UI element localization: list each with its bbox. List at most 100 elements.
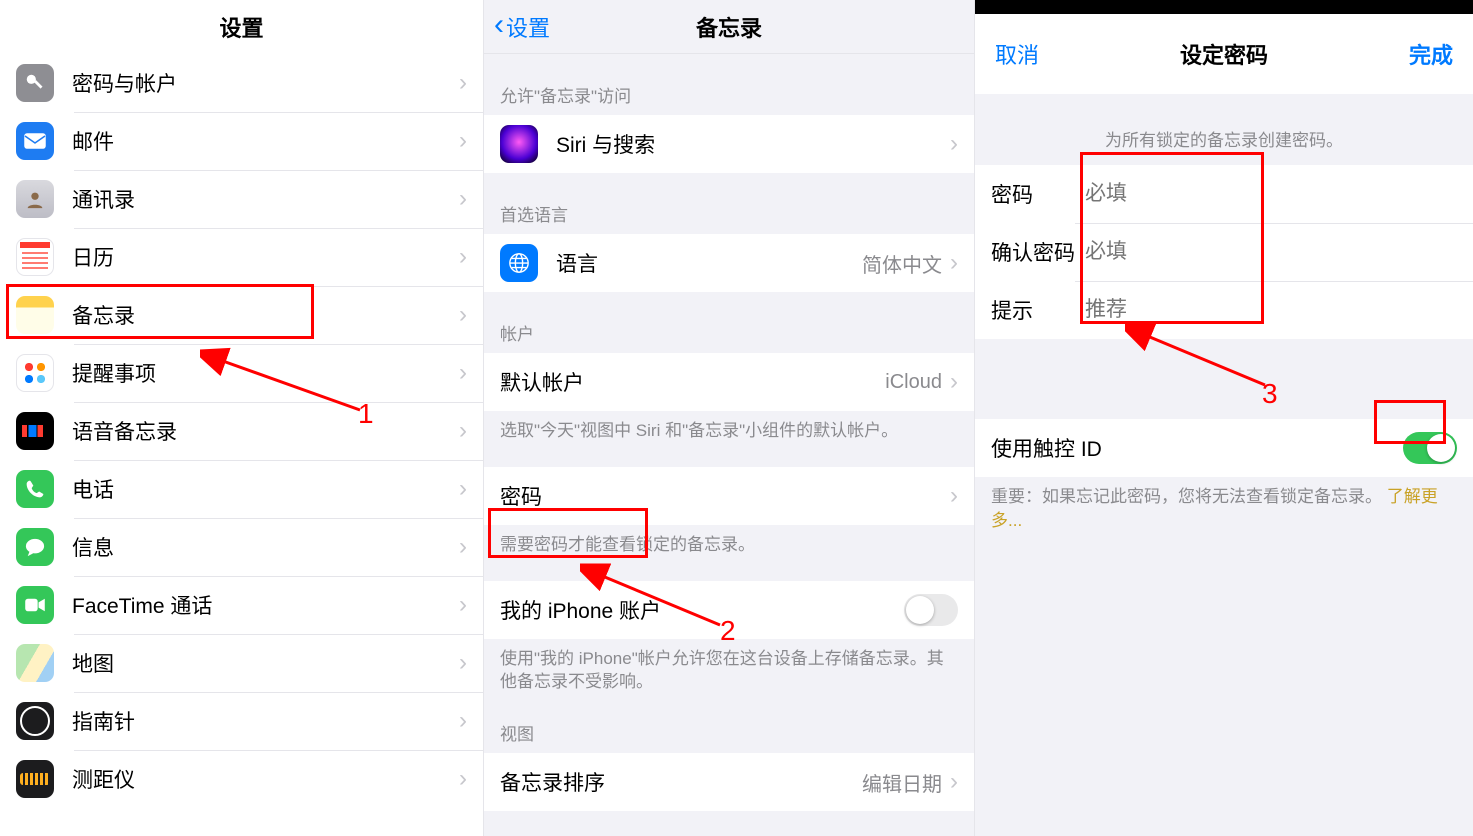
row-label: 密码 <box>500 481 950 511</box>
row-siri-search[interactable]: Siri 与搜索 › <box>484 115 974 173</box>
footer-text: 重要：如果忘记此密码，您将无法查看锁定备忘录。 <box>991 487 1382 506</box>
row-label: 信息 <box>72 532 459 562</box>
annotation-label-2: 2 <box>720 615 736 647</box>
notes-settings-panel: ‹ 设置 备忘录 允许"备忘录"访问 Siri 与搜索 › 首选语言 语言 简体… <box>484 0 975 836</box>
footer-default-account: 选取"今天"视图中 Siri 和"备忘录"小组件的默认帐户。 <box>484 411 974 451</box>
row-label: 地图 <box>72 648 459 678</box>
footer-password: 需要密码才能查看锁定的备忘录。 <box>484 525 974 565</box>
annotation-label-3: 3 <box>1262 378 1278 410</box>
row-label: 电话 <box>72 474 459 504</box>
row-phone[interactable]: 电话 › <box>0 460 483 518</box>
calendar-icon <box>16 238 54 276</box>
group-header-view: 视图 <box>484 702 974 753</box>
messages-icon <box>16 528 54 566</box>
row-messages[interactable]: 信息 › <box>0 518 483 576</box>
password-input[interactable] <box>1083 181 1457 207</box>
key-icon <box>16 64 54 102</box>
password-form: 密码 确认密码 提示 <box>975 165 1473 339</box>
mail-icon <box>16 122 54 160</box>
cancel-button[interactable]: 取消 <box>975 14 1059 94</box>
row-mail[interactable]: 邮件 › <box>0 112 483 170</box>
confirm-password-input[interactable] <box>1083 239 1457 265</box>
field-password[interactable]: 密码 <box>975 165 1473 223</box>
chevron-right-icon: › <box>950 482 958 510</box>
row-label: 邮件 <box>72 126 459 156</box>
row-label: Siri 与搜索 <box>556 129 950 159</box>
reminders-icon <box>16 354 54 392</box>
row-sort[interactable]: 备忘录排序 编辑日期 › <box>484 753 974 811</box>
row-measure[interactable]: 测距仪 › <box>0 750 483 808</box>
row-label: FaceTime 通话 <box>72 590 459 620</box>
row-label: 默认帐户 <box>500 367 885 397</box>
chevron-right-icon: › <box>950 368 958 396</box>
contacts-icon <box>16 180 54 218</box>
footer-important: 重要：如果忘记此密码，您将无法查看锁定备忘录。 了解更多... <box>975 477 1473 541</box>
settings-panel: 设置 密码与帐户 › 邮件 › 通讯录 › 日历 › 备忘录 › <box>0 0 484 836</box>
chevron-right-icon: › <box>459 475 467 503</box>
row-contacts[interactable]: 通讯录 › <box>0 170 483 228</box>
group-header-access: 允许"备忘录"访问 <box>484 54 974 115</box>
globe-icon <box>500 244 538 282</box>
chevron-right-icon: › <box>459 185 467 213</box>
chevron-right-icon: › <box>459 69 467 97</box>
row-language[interactable]: 语言 简体中文 › <box>484 234 974 292</box>
row-label: 密码与帐户 <box>72 68 459 98</box>
compass-icon <box>16 702 54 740</box>
row-value: 简体中文 <box>862 249 942 278</box>
row-value: 编辑日期 <box>862 768 942 797</box>
row-touch-id[interactable]: 使用触控 ID <box>975 419 1473 477</box>
hint-input[interactable] <box>1083 297 1457 323</box>
row-notes[interactable]: 备忘录 › <box>0 286 483 344</box>
chevron-right-icon: › <box>459 359 467 387</box>
chevron-left-icon: ‹ <box>494 10 504 40</box>
password-hint-text: 为所有锁定的备忘录创建密码。 <box>975 94 1473 165</box>
field-label: 密码 <box>991 179 1083 209</box>
chevron-right-icon: › <box>459 591 467 619</box>
measure-icon <box>16 760 54 798</box>
row-label: 测距仪 <box>72 764 459 794</box>
navbar-set-password: 取消 设定密码 完成 <box>975 14 1473 94</box>
row-label: 语音备忘录 <box>72 416 459 446</box>
back-button[interactable]: ‹ 设置 <box>488 0 556 53</box>
done-button[interactable]: 完成 <box>1389 14 1473 94</box>
field-label: 确认密码 <box>991 237 1083 267</box>
row-default-account[interactable]: 默认帐户 iCloud › <box>484 353 974 411</box>
chevron-right-icon: › <box>459 649 467 677</box>
navbar-title: 设置 <box>219 11 263 43</box>
navbar-title: 备忘录 <box>696 11 762 43</box>
back-label: 设置 <box>506 11 550 43</box>
maps-icon <box>16 644 54 682</box>
group-header-language: 首选语言 <box>484 173 974 234</box>
touch-id-toggle[interactable] <box>1403 432 1457 464</box>
row-passwords-accounts[interactable]: 密码与帐户 › <box>0 54 483 112</box>
row-label: 备忘录排序 <box>500 767 862 797</box>
field-label: 提示 <box>991 295 1083 325</box>
row-compass[interactable]: 指南针 › <box>0 692 483 750</box>
group-header-account: 帐户 <box>484 292 974 353</box>
row-label: 我的 iPhone 账户 <box>500 595 904 625</box>
iphone-account-toggle[interactable] <box>904 594 958 626</box>
voice-memos-icon <box>16 412 54 450</box>
row-label: 日历 <box>72 242 459 272</box>
annotation-label-1: 1 <box>358 398 374 430</box>
chevron-right-icon: › <box>459 127 467 155</box>
settings-list: 密码与帐户 › 邮件 › 通讯录 › 日历 › 备忘录 › 提醒事项 › <box>0 54 483 808</box>
field-confirm-password[interactable]: 确认密码 <box>975 223 1473 281</box>
row-maps[interactable]: 地图 › <box>0 634 483 692</box>
navbar-settings: 设置 <box>0 0 483 54</box>
row-voice-memos[interactable]: 语音备忘录 › <box>0 402 483 460</box>
row-reminders[interactable]: 提醒事项 › <box>0 344 483 402</box>
row-password[interactable]: 密码 › <box>484 467 974 525</box>
chevron-right-icon: › <box>459 417 467 445</box>
navbar-notes: ‹ 设置 备忘录 <box>484 0 974 54</box>
row-facetime[interactable]: FaceTime 通话 › <box>0 576 483 634</box>
facetime-icon <box>16 586 54 624</box>
row-label: 使用触控 ID <box>991 433 1403 463</box>
phone-icon <box>16 470 54 508</box>
chevron-right-icon: › <box>950 768 958 796</box>
navbar-title: 设定密码 <box>1180 38 1268 70</box>
field-hint[interactable]: 提示 <box>975 281 1473 339</box>
row-calendar[interactable]: 日历 › <box>0 228 483 286</box>
row-label: 通讯录 <box>72 184 459 214</box>
chevron-right-icon: › <box>459 765 467 793</box>
